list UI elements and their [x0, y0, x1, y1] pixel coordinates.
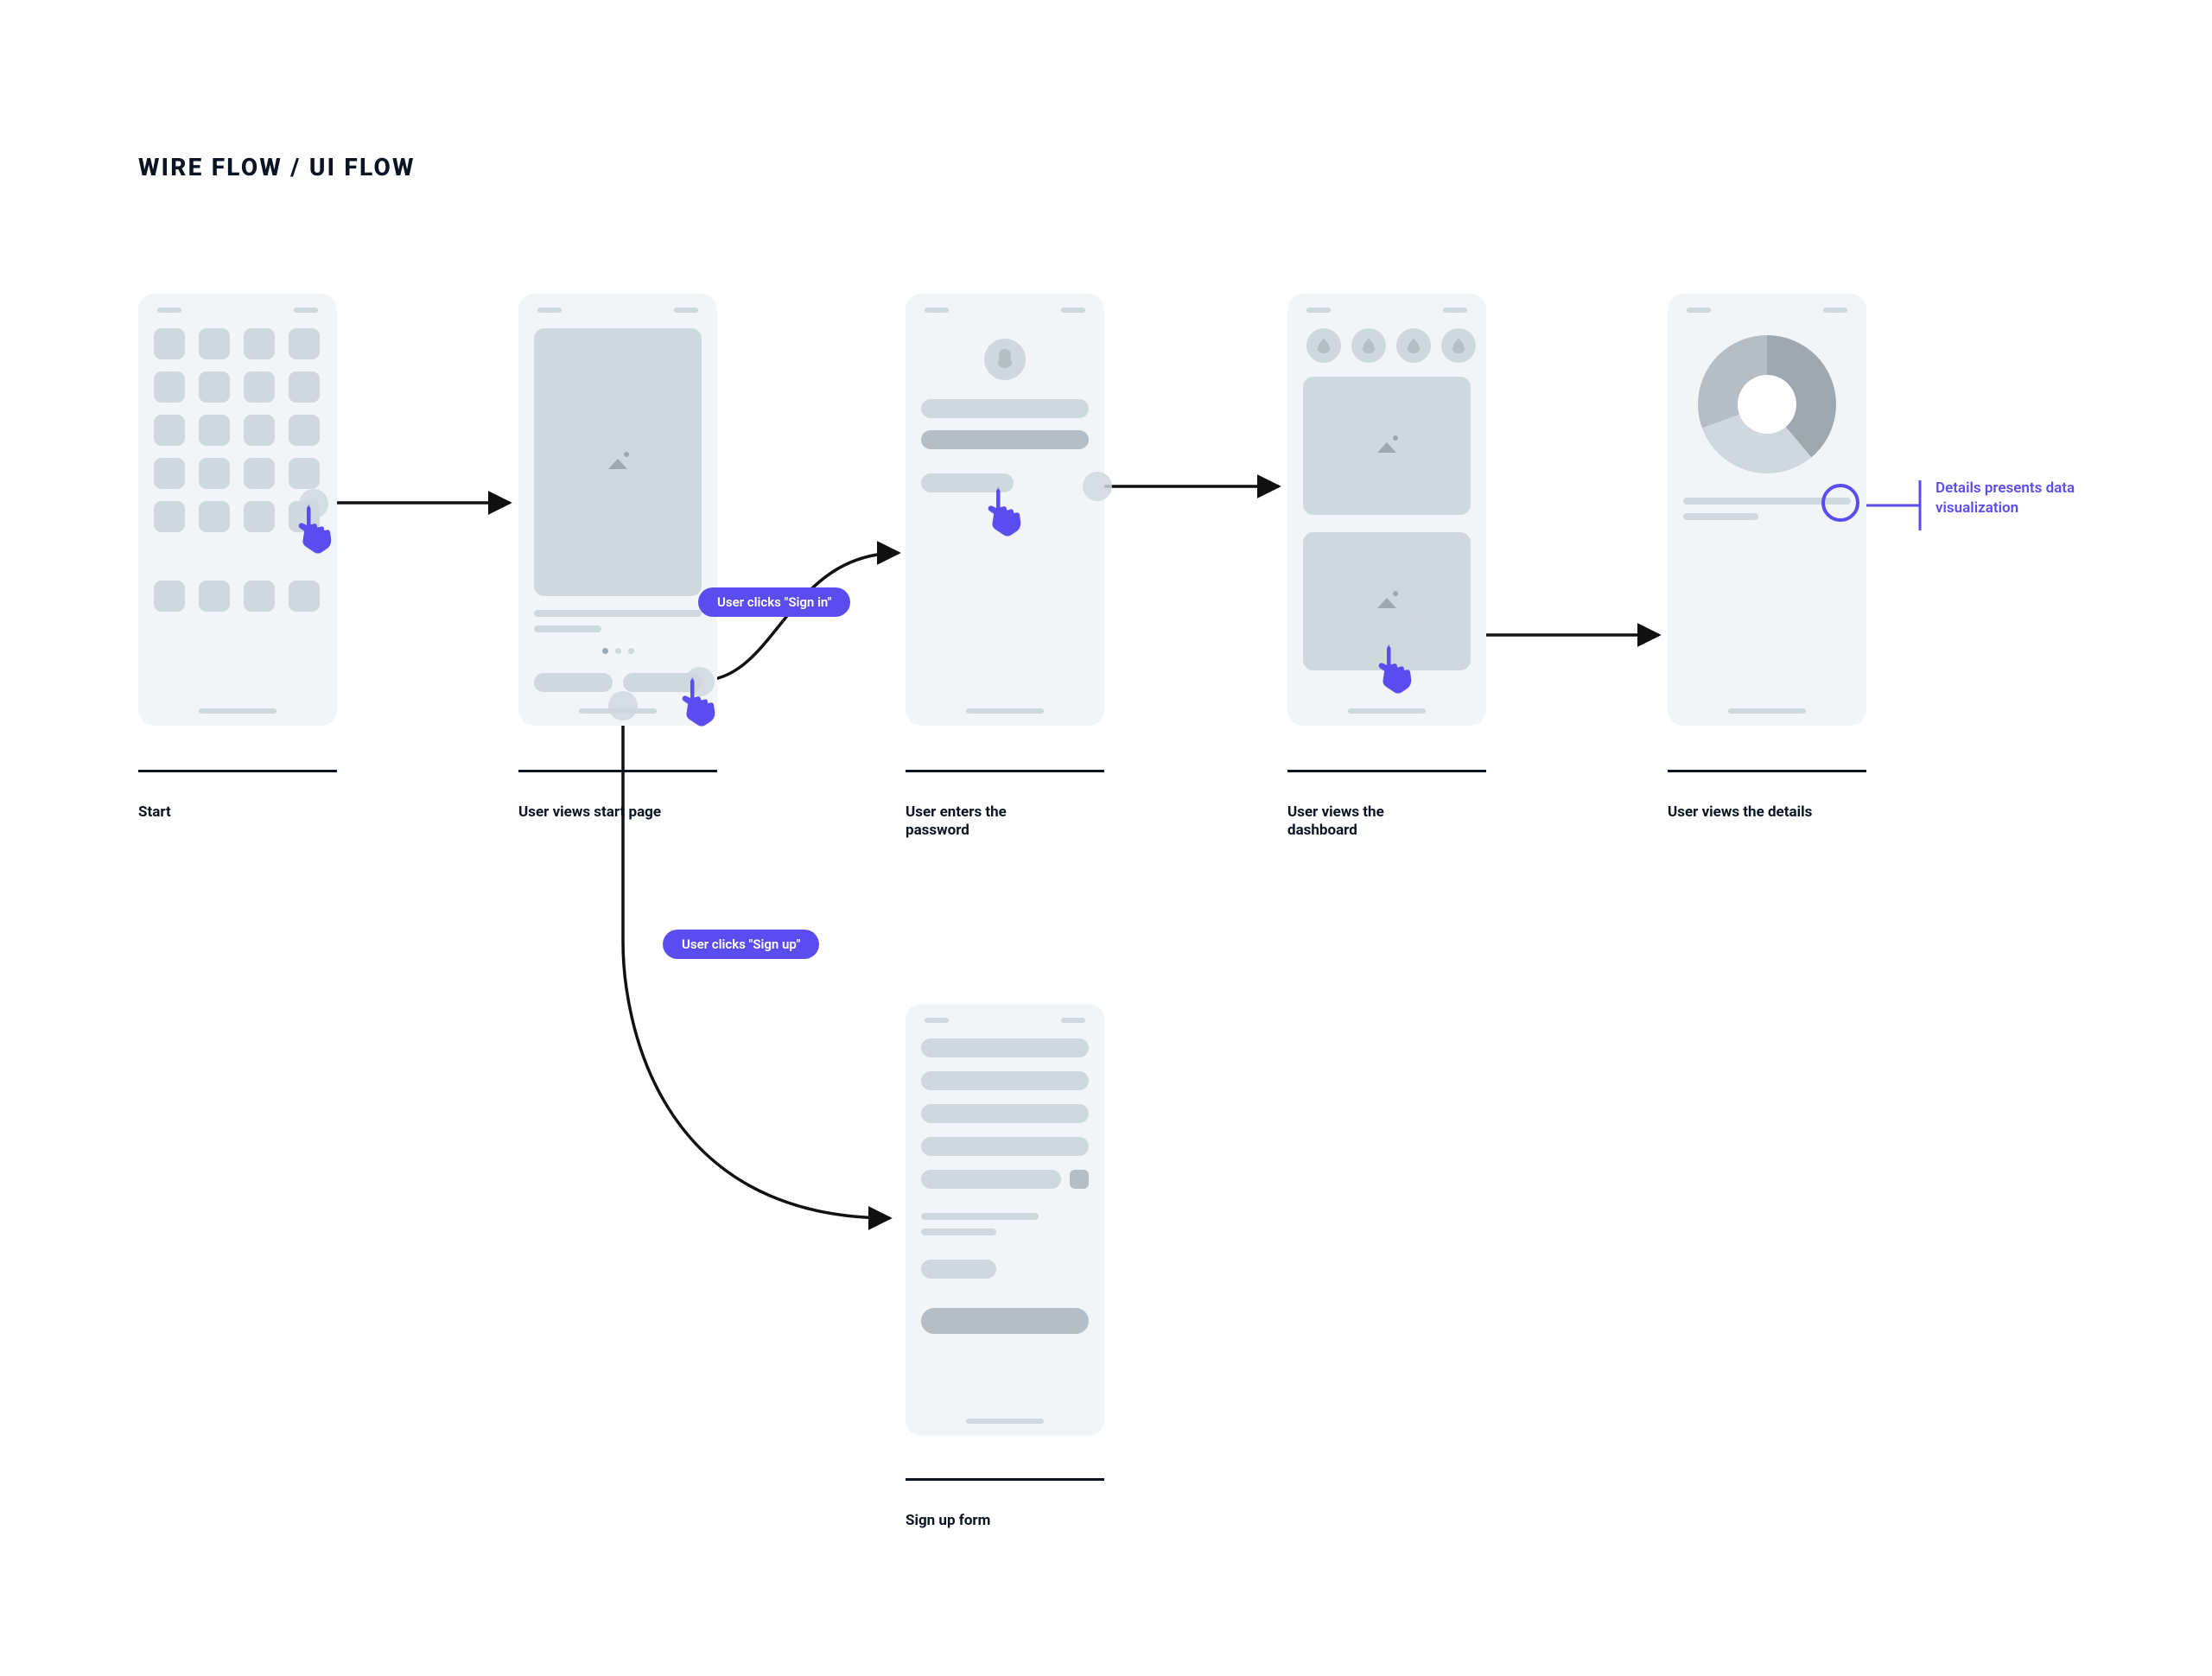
caption-password: User enters the password: [906, 803, 1007, 839]
screen-signup: [906, 1004, 1104, 1436]
image-icon: [1377, 439, 1396, 453]
action-sign-in: User clicks "Sign in": [698, 587, 850, 617]
username-field[interactable]: [921, 399, 1089, 418]
secondary-button[interactable]: [921, 1260, 996, 1279]
page-dots: [534, 648, 702, 654]
dashboard-card-1[interactable]: [1303, 377, 1471, 515]
caption-dashboard: User views the dashboard: [1287, 803, 1384, 839]
dashboard-card-2[interactable]: [1303, 532, 1471, 670]
page-title: WIRE FLOW / UI FLOW: [138, 153, 416, 181]
caption-onboarding: User views start page: [518, 803, 661, 821]
password-field[interactable]: [921, 430, 1089, 449]
signup-field[interactable]: [921, 1170, 1061, 1189]
donut-chart: [1698, 335, 1836, 473]
annotation-circle: [1821, 484, 1859, 522]
signup-field[interactable]: [921, 1104, 1089, 1123]
signup-field[interactable]: [921, 1137, 1089, 1156]
submit-button[interactable]: [921, 1308, 1089, 1334]
forgot-link[interactable]: [921, 473, 1014, 492]
screen-password: [906, 294, 1104, 726]
screen-dashboard: [1287, 294, 1486, 726]
image-icon: [608, 455, 627, 469]
app-grid: [154, 328, 321, 532]
caption-details: User views the details: [1668, 803, 1812, 821]
app-icon: [154, 328, 185, 359]
signup-field[interactable]: [921, 1071, 1089, 1090]
user-avatars: [1306, 328, 1471, 363]
hero-image-placeholder: [534, 328, 702, 596]
image-icon: [1377, 594, 1396, 608]
avatar-icon: [984, 339, 1026, 380]
action-sign-up: User clicks "Sign up": [663, 930, 819, 959]
screen-onboarding: [518, 294, 717, 726]
checkbox[interactable]: [1070, 1170, 1089, 1189]
caption-start: Start: [138, 803, 171, 821]
sign-up-button[interactable]: [534, 673, 613, 692]
signup-field[interactable]: [921, 1038, 1089, 1057]
annotation-details: Details presents data visualization: [1936, 479, 2160, 518]
caption-signup: Sign up form: [906, 1512, 990, 1529]
diagram-canvas: WIRE FLOW / UI FLOW: [0, 0, 2212, 1676]
arrow-layer: [0, 0, 2212, 1676]
